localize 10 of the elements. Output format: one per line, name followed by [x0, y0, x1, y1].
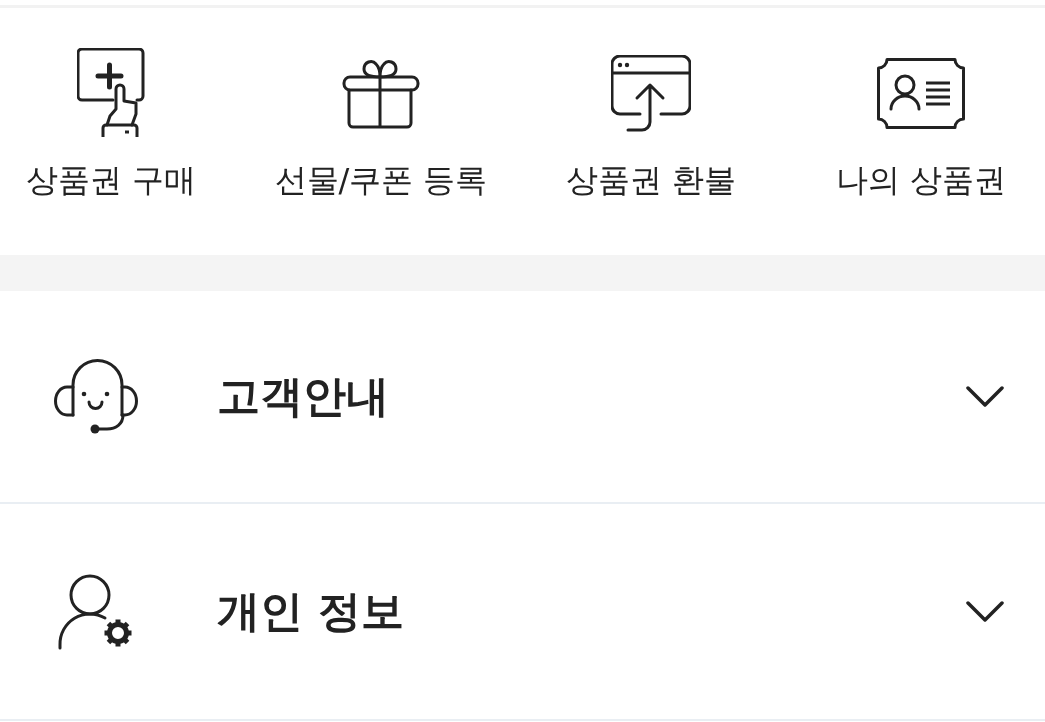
gift-icon — [342, 57, 420, 129]
quick-menu-button[interactable]: 상품권 환불 — [565, 48, 737, 200]
window-upload-icon — [611, 54, 691, 132]
headset-face-icon — [54, 358, 138, 435]
quick-menu-button[interactable]: 나의 상품권 — [835, 48, 1007, 200]
id-card-icon — [877, 57, 965, 129]
quick-menu-button[interactable]: 선물/쿠폰 등록 — [274, 48, 488, 200]
quick-menu-button[interactable]: 상품권 구매 — [25, 48, 197, 200]
hand-tap-plus-icon — [77, 48, 145, 138]
user-settings-icon — [57, 573, 135, 650]
